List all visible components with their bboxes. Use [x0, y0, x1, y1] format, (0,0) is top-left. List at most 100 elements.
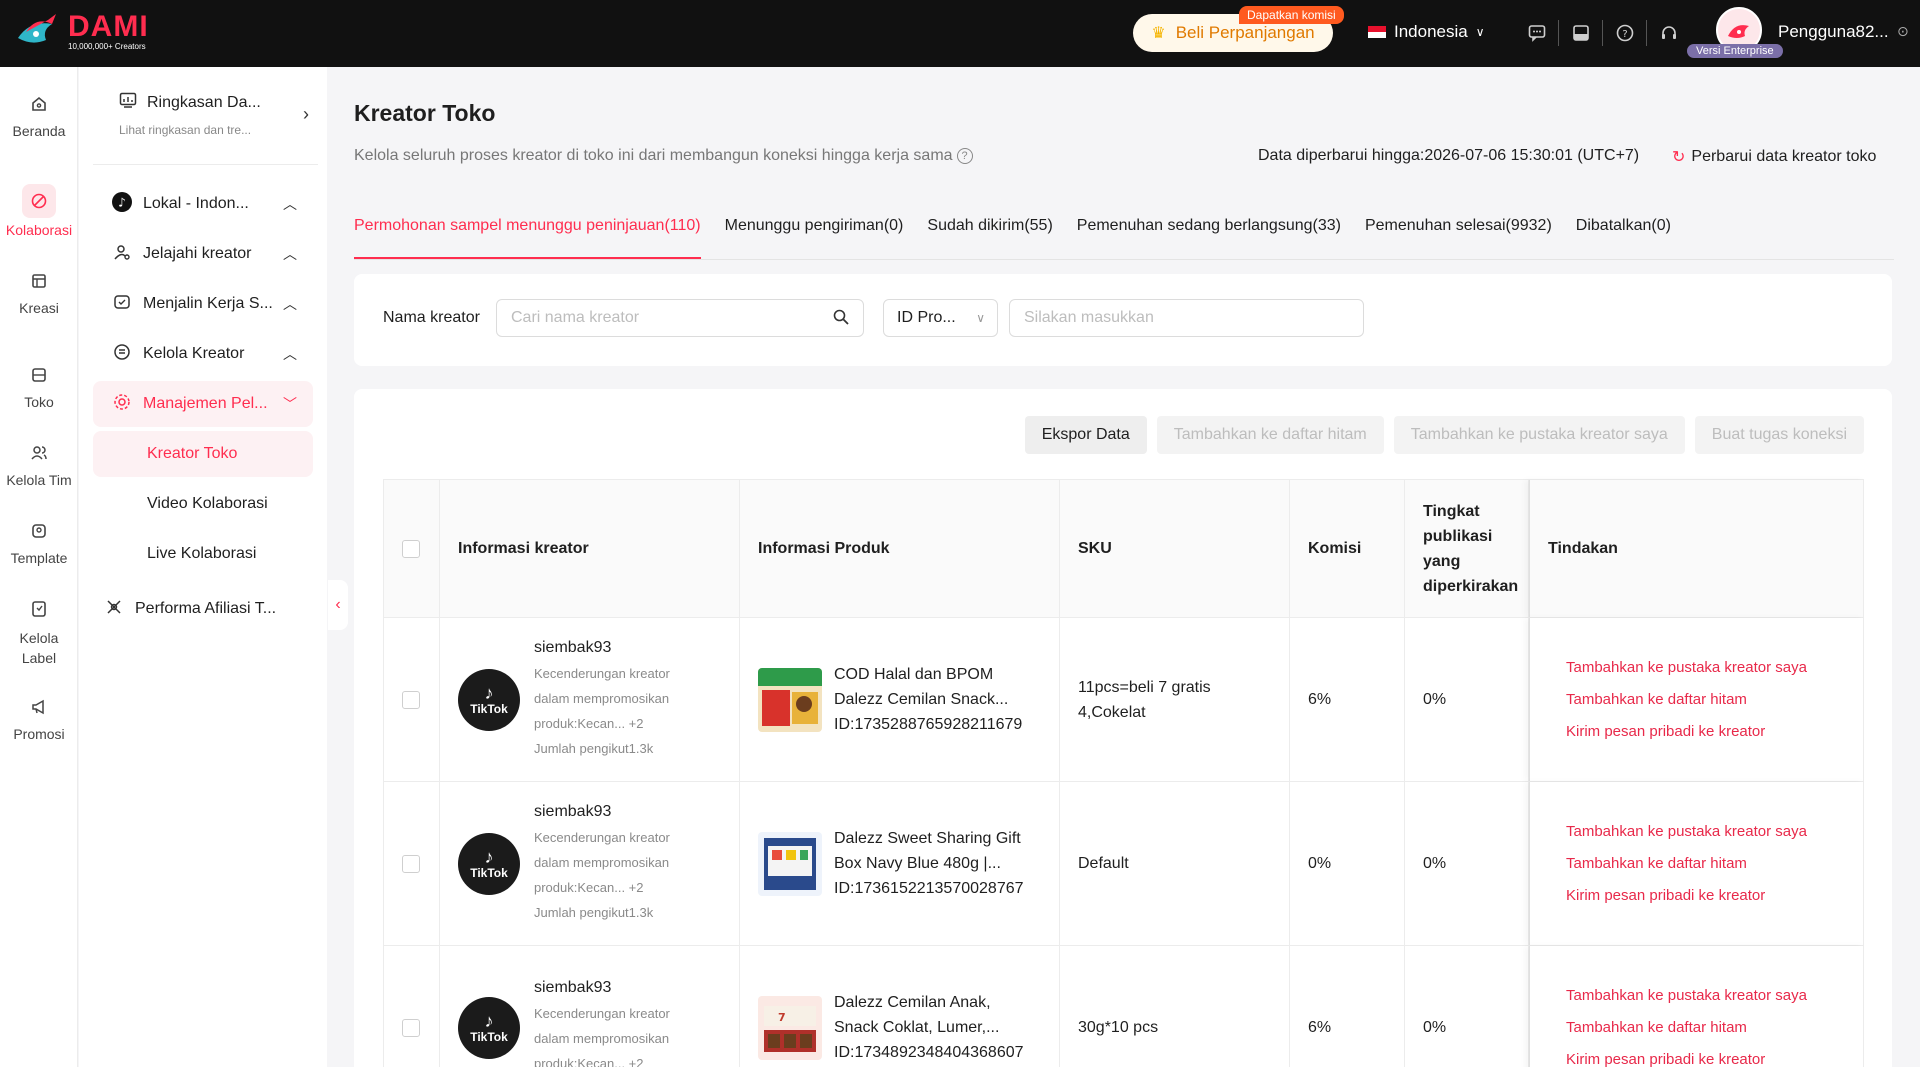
chevron-up-icon: ︿ [283, 246, 297, 262]
sub-menu: Ringkasan Da... Lihat ringkasan dan tre.… [79, 67, 327, 1067]
header-commission: Komisi [1290, 480, 1405, 617]
product-name[interactable]: Box Navy Blue 480g |... [834, 851, 1024, 876]
header-actions: Tindakan [1529, 480, 1865, 617]
rail-item-template[interactable]: Template [0, 520, 78, 566]
search-icon[interactable] [833, 309, 849, 330]
brand-logo[interactable]: DAMI 10,000,000+ Creators [12, 10, 149, 54]
tab-cancelled[interactable]: Dibatalkan(0) [1576, 209, 1671, 259]
select-all-checkbox[interactable] [402, 539, 420, 558]
rail-item-kelola-tim[interactable]: Kelola Tim [0, 442, 78, 488]
product-image[interactable] [758, 831, 822, 896]
tab-shipped[interactable]: Sudah dikirim(55) [927, 209, 1052, 259]
tab-fulfillment-done[interactable]: Pemenuhan selesai(9932) [1365, 209, 1552, 259]
table-card: Ekspor Data Tambahkan ke daftar hitam Ta… [354, 389, 1892, 1067]
creator-name[interactable]: siembak93 [534, 979, 670, 997]
menu-label: Menjalin Kerja S... [143, 295, 273, 312]
product-name[interactable]: Dalezz Cemilan Anak, [834, 990, 1024, 1015]
creator-avatar[interactable]: ♪ TikTok [458, 996, 520, 1059]
row-checkbox-cell [384, 946, 440, 1067]
chevron-right-icon: › [303, 104, 309, 124]
summary-card[interactable]: Ringkasan Da... Lihat ringkasan dan tre.… [119, 92, 319, 137]
menu-item-performa[interactable]: Performa Afiliasi T... [93, 586, 313, 632]
megaphone-icon [30, 696, 48, 718]
document-icon[interactable] [1559, 20, 1603, 46]
menu-item-kelola-kreator[interactable]: Kelola Kreator ︿ [93, 331, 313, 377]
chevron-up-icon: ︿ [283, 346, 297, 362]
tab-pending-review[interactable]: Permohonan sampel menunggu peninjauan(11… [354, 209, 701, 259]
row-checkbox[interactable] [402, 854, 420, 873]
export-button[interactable]: Ekspor Data [1024, 416, 1147, 454]
menu-label: Jelajahi kreator [143, 245, 252, 262]
creator-search-input[interactable] [497, 300, 817, 336]
product-name[interactable]: Snack Coklat, Lumer,... [834, 1015, 1024, 1040]
add-to-library-link[interactable]: Tambahkan ke pustaka kreator saya [1566, 987, 1807, 1004]
add-blacklist-button[interactable]: Tambahkan ke daftar hitam [1156, 416, 1384, 454]
product-name[interactable]: Dalezz Sweet Sharing Gift [834, 826, 1024, 851]
rail-label: Promosi [13, 726, 65, 742]
menu-item-jelajahi[interactable]: Jelajahi kreator ︿ [93, 231, 313, 277]
id-type-select[interactable]: ID Pro... ∨ [883, 299, 998, 337]
row-checkbox-cell [384, 782, 440, 945]
add-to-library-link[interactable]: Tambahkan ke pustaka kreator saya [1566, 823, 1807, 840]
tiktok-note-icon: ♪ [484, 846, 494, 867]
collapse-sidebar-button[interactable]: ‹ [328, 580, 348, 630]
rail-item-kelola-label[interactable]: Kelola Label [0, 598, 78, 668]
sku-text: Default [1078, 855, 1129, 872]
product-image[interactable] [758, 667, 822, 732]
help-icon[interactable]: ? [956, 148, 973, 164]
add-to-blacklist-link[interactable]: Tambahkan ke daftar hitam [1566, 1019, 1807, 1036]
creator-avatar[interactable]: ♪ TikTok [458, 668, 520, 731]
menu-label: Kelola Kreator [143, 345, 245, 362]
creator-name[interactable]: siembak93 [534, 639, 670, 657]
add-to-blacklist-link[interactable]: Tambahkan ke daftar hitam [1566, 855, 1807, 872]
send-message-link[interactable]: Kirim pesan pribadi ke kreator [1566, 1051, 1807, 1067]
product-name[interactable]: COD Halal dan BPOM [834, 662, 1022, 687]
product-name[interactable]: Dalezz Cemilan Snack... [834, 687, 1022, 712]
id-input[interactable] [1010, 300, 1350, 336]
headset-icon[interactable] [1647, 20, 1691, 46]
rail-item-kreasi[interactable]: Kreasi [0, 270, 78, 316]
sku-cell: 30g*10 pcs [1060, 946, 1290, 1067]
add-to-blacklist-link[interactable]: Tambahkan ke daftar hitam [1566, 691, 1807, 708]
rail-item-promosi[interactable]: Promosi [0, 696, 78, 742]
commission-cell: 6% [1290, 946, 1405, 1067]
tab-fulfillment-ongoing[interactable]: Pemenuhan sedang berlangsung(33) [1077, 209, 1341, 259]
row-checkbox[interactable] [402, 690, 420, 709]
rail-item-toko[interactable]: Toko [0, 364, 78, 410]
left-rail: Beranda Kolaborasi Kreasi Toko Kelola Ti… [0, 67, 78, 1067]
menu-item-kreator-toko[interactable]: Kreator Toko [93, 431, 313, 477]
menu-item-video-kolaborasi[interactable]: Video Kolaborasi [93, 481, 313, 527]
creator-avatar[interactable]: ♪ TikTok [458, 832, 520, 895]
top-bar: DAMI 10,000,000+ Creators ♛ Beli Perpanj… [0, 0, 1920, 67]
dami-logo-icon [12, 10, 60, 54]
send-message-link[interactable]: Kirim pesan pribadi ke kreator [1566, 723, 1807, 740]
add-library-button[interactable]: Tambahkan ke pustaka kreator saya [1393, 416, 1685, 454]
product-cell: COD Halal dan BPOM Dalezz Cemilan Snack.… [740, 618, 1060, 781]
create-task-button[interactable]: Buat tugas koneksi [1694, 416, 1864, 454]
menu-item-live-kolaborasi[interactable]: Live Kolaborasi [93, 531, 313, 577]
language-select[interactable]: Indonesia ∨ [1368, 22, 1485, 42]
creator-name[interactable]: siembak93 [534, 803, 670, 821]
header-sku: SKU [1060, 480, 1290, 617]
username[interactable]: Pengguna82... [1778, 22, 1889, 42]
help-circle-icon[interactable]: ? [1603, 20, 1647, 46]
row-checkbox-cell [384, 618, 440, 781]
menu-item-menjalin[interactable]: Menjalin Kerja S... ︿ [93, 281, 313, 327]
row-checkbox[interactable] [402, 1018, 420, 1037]
user-menu-icon[interactable]: ⊙ [1897, 23, 1909, 40]
product-image[interactable]: 7 [758, 995, 822, 1060]
sku-text: 30g*10 pcs [1078, 1019, 1159, 1036]
publish-rate-cell: 0% [1405, 782, 1529, 945]
creation-icon [30, 270, 48, 292]
product-id: ID:1734892348404368607 [834, 1044, 1024, 1061]
rail-item-kolaborasi[interactable]: Kolaborasi [0, 184, 78, 238]
menu-label: Manajemen Pel... [143, 395, 268, 412]
send-message-link[interactable]: Kirim pesan pribadi ke kreator [1566, 887, 1807, 904]
refresh-button[interactable]: ↻ Perbarui data kreator toko [1672, 147, 1876, 167]
add-to-library-link[interactable]: Tambahkan ke pustaka kreator saya [1566, 659, 1807, 676]
menu-item-manajemen[interactable]: Manajemen Pel... ﹀ [93, 381, 313, 427]
message-icon[interactable] [1515, 20, 1559, 46]
tab-waiting-shipment[interactable]: Menunggu pengiriman(0) [725, 209, 904, 259]
rail-item-beranda[interactable]: Beranda [0, 93, 78, 139]
menu-item-lokal[interactable]: ♪ Lokal - Indon... ︿ [93, 181, 313, 227]
